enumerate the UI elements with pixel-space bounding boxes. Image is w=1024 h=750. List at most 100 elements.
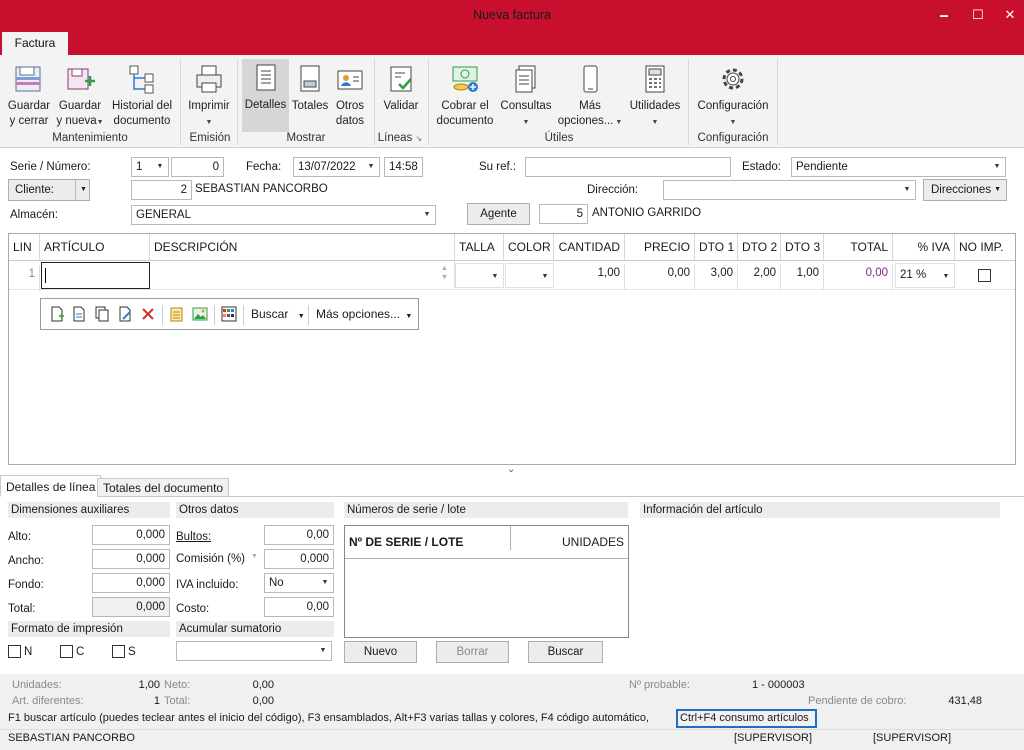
cobrar-button[interactable]: Cobrar el documento [432, 60, 498, 130]
historial-button[interactable]: Historial del documento [108, 60, 176, 130]
fondo-label: Fondo: [8, 579, 44, 591]
close-button[interactable]: ✕ [998, 4, 1022, 26]
agente-button[interactable]: Agente [467, 203, 530, 225]
col-articulo[interactable]: ARTÍCULO [40, 234, 150, 260]
delete-icon[interactable] [140, 306, 156, 322]
calendar-dropdown-icon[interactable]: ▼ [363, 158, 379, 176]
cell-articulo-input[interactable] [41, 262, 150, 289]
formato-s-checkbox[interactable] [112, 645, 125, 658]
alto-field[interactable]: 0,000 [92, 525, 170, 545]
splitter-chevron-icon[interactable]: ⌄ [507, 464, 515, 475]
text-cursor [45, 268, 46, 283]
col-lin[interactable]: LIN [9, 234, 40, 260]
col-descripcion[interactable]: DESCRIPCIÓN [150, 234, 455, 260]
estado-select[interactable]: Pendiente ▼ [791, 157, 1006, 177]
chevron-down-icon[interactable]: ▼ [251, 553, 258, 560]
cell-color-select[interactable]: ▼ [505, 263, 554, 288]
costo-field[interactable]: 0,00 [264, 597, 334, 617]
image-icon[interactable] [192, 306, 208, 322]
series-col-unidades[interactable]: UNIDADES [511, 526, 626, 559]
insert-line-icon[interactable] [71, 306, 87, 322]
group-lineas: Líneas ↘ [376, 132, 424, 144]
cell-no-imp-checkbox[interactable] [978, 269, 991, 282]
cobrar-label: Cobrar el documento [436, 100, 494, 127]
formato-c-checkbox[interactable] [60, 645, 73, 658]
cell-iva-select[interactable]: 21 % ▼ [895, 263, 955, 288]
minimize-button[interactable]: 🗕 [932, 4, 956, 26]
col-precio[interactable]: PRECIO [625, 234, 695, 260]
cliente-code-field[interactable]: 2 [131, 180, 192, 200]
cell-precio[interactable]: 0,00 [625, 264, 695, 290]
suref-field[interactable] [525, 157, 731, 177]
buscar-menu-button[interactable]: Buscar ▼ [251, 307, 305, 321]
cell-dto3[interactable]: 1,00 [781, 264, 824, 290]
fecha-field[interactable]: 13/07/2022 ▼ [293, 157, 380, 177]
ancho-field[interactable]: 0,000 [92, 549, 170, 569]
cell-talla-select[interactable]: ▼ [455, 263, 504, 288]
col-cantidad[interactable]: CANTIDAD [554, 234, 625, 260]
color-size-grid-icon[interactable] [221, 306, 237, 322]
tab-totales-documento[interactable]: Totales del documento [97, 478, 230, 497]
col-iva[interactable]: % IVA [893, 234, 955, 260]
edit-icon[interactable] [117, 306, 133, 322]
comision-field[interactable]: 0,000 [264, 549, 334, 569]
mas-opciones-button[interactable]: Más opciones... ▼ [556, 60, 624, 130]
bultos-field[interactable]: 0,00 [264, 525, 334, 545]
scroll-arrows-icon[interactable]: ▲ ▼ [441, 264, 448, 282]
notes-icon[interactable] [169, 306, 185, 322]
serie-select[interactable]: 1 ▼ [131, 157, 169, 177]
group-utiles: Útiles [544, 132, 574, 144]
group-emision: Emisión [189, 132, 231, 144]
status-divider [0, 729, 1024, 730]
borrar-button[interactable]: Borrar [436, 641, 509, 663]
guardar-cerrar-button[interactable]: Guardar y cerrar [4, 60, 54, 130]
hora-field[interactable]: 14:58 [384, 157, 423, 177]
fondo-field[interactable]: 0,000 [92, 573, 170, 593]
buscar-serie-button[interactable]: Buscar [528, 641, 603, 663]
otros-datos-button[interactable]: Otros datos [332, 60, 368, 130]
col-dto3[interactable]: DTO 3 [781, 234, 824, 260]
direcciones-button[interactable]: Direcciones ▼ [923, 179, 1007, 201]
cliente-select-button[interactable]: Cliente: ▼ [8, 179, 90, 201]
queries-docs-icon [515, 65, 536, 93]
validar-button[interactable]: Validar [379, 60, 423, 130]
direccion-select[interactable]: ▼ [663, 180, 916, 200]
configuracion-button[interactable]: Configuración ▼ [692, 60, 774, 130]
imprimir-button[interactable]: Imprimir ▼ [185, 60, 233, 130]
almacen-select[interactable]: GENERAL ▼ [131, 205, 436, 225]
cell-descripcion[interactable] [150, 262, 455, 288]
tab-factura[interactable]: Factura [2, 32, 68, 55]
col-color[interactable]: COLOR [504, 234, 554, 260]
col-dto1[interactable]: DTO 1 [695, 234, 738, 260]
totales-button[interactable]: Totales [290, 60, 330, 130]
agente-code-field[interactable]: 5 [539, 204, 588, 224]
detalles-button[interactable]: Detalles [242, 59, 289, 132]
maximize-button[interactable]: ☐ [966, 4, 990, 26]
dialog-launcher-icon[interactable]: ↘ [416, 134, 423, 143]
chevron-down-icon: ▼ [80, 186, 87, 193]
col-no-imp[interactable]: NO IMP. [955, 234, 1015, 260]
tab-detalles-linea[interactable]: Detalles de línea [0, 475, 102, 497]
cell-dto1[interactable]: 3,00 [695, 264, 738, 290]
numero-field[interactable]: 0 [171, 157, 224, 177]
col-dto2[interactable]: DTO 2 [738, 234, 781, 260]
series-col-serie[interactable]: Nº DE SERIE / LOTE [345, 526, 511, 550]
new-line-icon[interactable] [49, 306, 65, 322]
copy-icon[interactable] [94, 306, 110, 322]
mas-opciones-menu-button[interactable]: Más opciones... ▼ [316, 307, 412, 321]
acumular-select[interactable]: ▼ [176, 641, 332, 661]
historial-label: Historial del documento [111, 100, 173, 127]
formato-n-checkbox[interactable] [8, 645, 21, 658]
iva-incluido-select[interactable]: No ▼ [264, 573, 334, 593]
guardar-nueva-button[interactable]: Guardar y nueva▼ [55, 60, 105, 130]
col-talla[interactable]: TALLA [455, 234, 504, 260]
chevron-down-icon: ▼ [96, 119, 104, 126]
col-total[interactable]: TOTAL [824, 234, 893, 260]
status-client: SEBASTIAN PANCORBO [8, 732, 135, 744]
iva-incluido-value: No [269, 577, 284, 589]
utilidades-button[interactable]: Utilidades ▼ [626, 60, 684, 130]
nuevo-button[interactable]: Nuevo [344, 641, 417, 663]
cell-dto2[interactable]: 2,00 [738, 264, 781, 290]
consultas-button[interactable]: Consultas ▼ [498, 60, 554, 130]
cell-cantidad[interactable]: 1,00 [554, 264, 625, 290]
